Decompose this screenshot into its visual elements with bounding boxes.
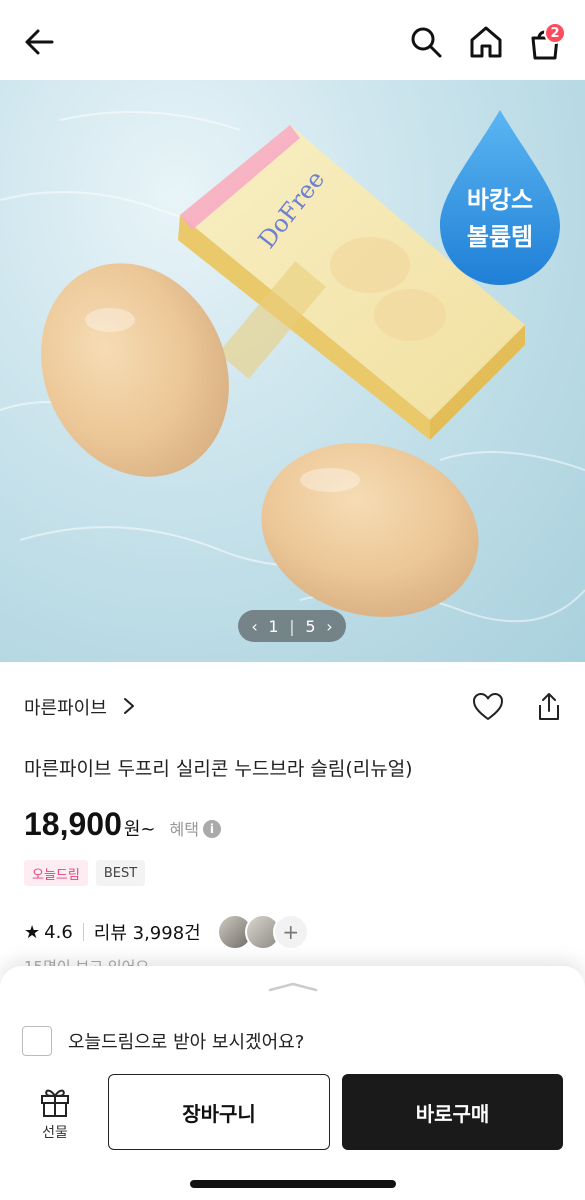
silicone-pad-right	[261, 443, 479, 617]
today-delivery-checkbox[interactable]	[22, 1026, 52, 1056]
today-delivery-label[interactable]: 오늘드림으로 받아 보시겠어요?	[68, 1028, 304, 1054]
product-tags: 오늘드림 BEST	[24, 860, 146, 886]
svg-text:바캉스: 바캉스	[467, 186, 533, 214]
share-icon[interactable]	[536, 692, 562, 722]
rating-value: 4.6	[44, 921, 73, 943]
review-thumbnails[interactable]: +	[216, 914, 309, 950]
rating-row[interactable]: ★ 4.6 리뷰 3,998건 +	[24, 912, 309, 952]
product-photo: DoFree 바캉스 볼륨템	[0, 110, 585, 623]
arrow-left-icon[interactable]	[22, 24, 58, 60]
chevron-right-icon[interactable]	[122, 696, 136, 716]
product-image-carousel[interactable]: DoFree 바캉스 볼륨템 ‹ 1 | 5 ›	[0, 80, 585, 662]
gift-label: 선물	[42, 1125, 68, 1141]
counter-total: 5	[305, 616, 316, 636]
tag-best: BEST	[95, 860, 146, 886]
next-image-icon[interactable]: ›	[326, 617, 332, 636]
prev-image-icon[interactable]: ‹	[251, 617, 257, 636]
gift-icon	[41, 1089, 69, 1117]
cart-count-badge: 2	[544, 22, 566, 44]
add-to-cart-button[interactable]: 장바구니	[108, 1074, 330, 1150]
counter-current: 1	[268, 616, 279, 636]
heart-icon[interactable]	[472, 692, 504, 722]
counter-separator: |	[289, 616, 295, 636]
buy-now-button[interactable]: 바로구매	[342, 1074, 563, 1150]
star-icon: ★	[24, 921, 41, 943]
gift-button[interactable]: 선물	[30, 1084, 80, 1144]
benefit-link[interactable]: 혜택	[170, 816, 199, 840]
product-price: 18,900	[24, 806, 122, 842]
divider	[82, 923, 84, 941]
price-suffix: 원~	[123, 819, 156, 840]
brand-row: 마른파이브	[24, 692, 561, 722]
tag-today-delivery: 오늘드림	[24, 860, 88, 886]
purchase-bottom-sheet: 오늘드림으로 받아 보시겠어요? 선물 장바구니 바로구매	[0, 966, 585, 1200]
today-delivery-option[interactable]: 오늘드림으로 받아 보시겠어요?	[22, 1026, 304, 1056]
home-icon[interactable]	[468, 24, 504, 60]
info-icon[interactable]: i	[202, 820, 221, 838]
price-row: 18,900 원~ 혜택 i	[24, 806, 221, 846]
image-counter[interactable]: ‹ 1 | 5 ›	[238, 610, 346, 642]
sheet-handle-icon[interactable]	[268, 982, 318, 992]
top-bar: 2	[0, 0, 585, 80]
more-reviews-button[interactable]: +	[272, 914, 309, 950]
search-icon[interactable]	[408, 24, 444, 60]
svg-text:볼륨템: 볼륨템	[467, 223, 533, 251]
home-indicator	[190, 1180, 396, 1188]
product-title: 마른파이브 두프리 실리콘 누드브라 슬림(리뉴얼)	[24, 758, 413, 780]
review-count-link[interactable]: 리뷰 3,998건	[94, 919, 201, 945]
brand-link[interactable]: 마른파이브	[24, 694, 107, 720]
